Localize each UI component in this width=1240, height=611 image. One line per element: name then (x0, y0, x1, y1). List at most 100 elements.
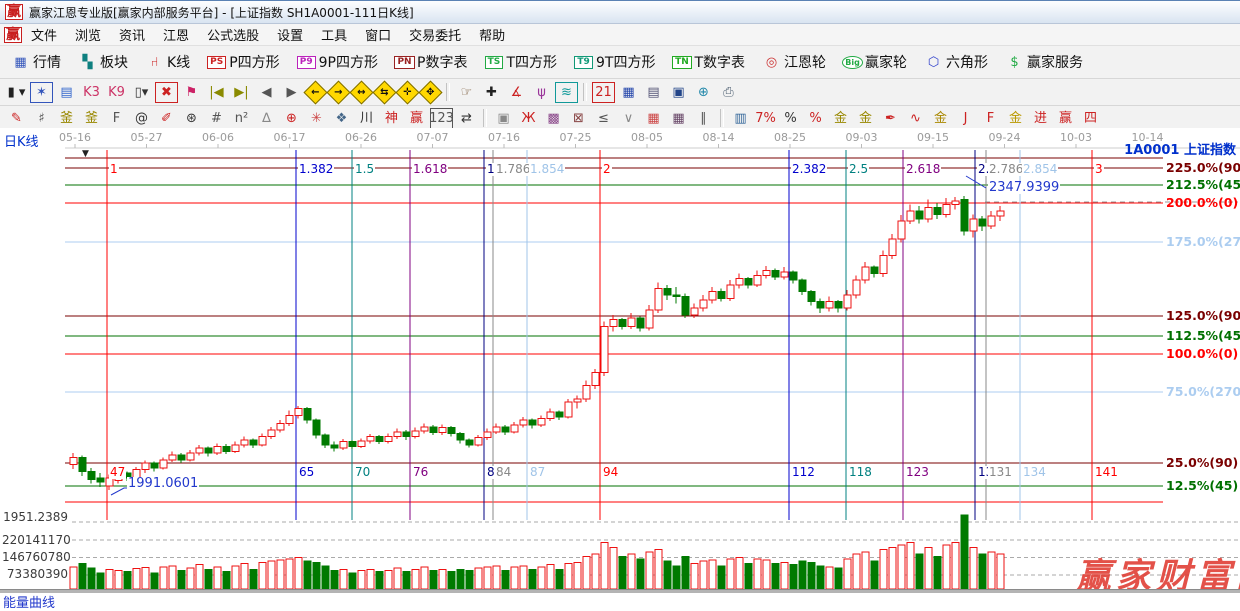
delete-region-icon[interactable]: ✖ (155, 82, 178, 103)
web-globe-icon[interactable]: ⊕ (692, 82, 715, 103)
hexagon-button[interactable]: ⬡六角形 (917, 49, 996, 75)
p-square-button[interactable]: PSP四方形 (200, 49, 287, 75)
ruler-small-icon[interactable]: # (205, 108, 228, 129)
t-square-button[interactable]: TST四方形 (477, 49, 565, 75)
mini-candle-dropdown[interactable]: ▯▾ (130, 82, 153, 103)
percent-7-icon[interactable]: 7% (754, 108, 777, 129)
menu-item-帮助[interactable]: 帮助 (470, 24, 514, 45)
crosshair-icon[interactable]: ✚ (480, 82, 503, 103)
calculator-icon[interactable]: ▦ (617, 82, 640, 103)
column-chart-icon[interactable]: ▥ (729, 108, 752, 129)
j-angle-icon[interactable]: J (954, 108, 977, 129)
gold-circle-icon[interactable]: 金 (829, 108, 852, 129)
pencil-tool-icon[interactable]: ✎ (5, 108, 28, 129)
gann-tool-icon[interactable]: ψ (530, 82, 553, 103)
zoom-out-diamond[interactable]: ✛ (395, 80, 419, 104)
angle-measure-icon[interactable]: ∡ (505, 82, 528, 103)
bars-3-icon[interactable]: K3 (80, 82, 103, 103)
nav-next-button[interactable]: ▶ (280, 82, 303, 103)
frame-purple-icon[interactable]: ▩ (542, 108, 565, 129)
jin-angle-icon[interactable]: 进 (1029, 108, 1052, 129)
wave-red-icon[interactable]: ∿ (904, 108, 927, 129)
position-marker-icon[interactable]: ▼ (82, 150, 89, 159)
quotes-button[interactable]: ▦行情 (4, 49, 69, 75)
nav-prev-button[interactable]: ◀ (255, 82, 278, 103)
print-icon[interactable]: ⎙ (717, 82, 740, 103)
menu-item-交易委托[interactable]: 交易委托 (400, 24, 470, 45)
frame-x-icon[interactable]: ⊠ (567, 108, 590, 129)
slant-lines-icon[interactable]: ∥ (692, 108, 715, 129)
si-angle-icon[interactable]: 四 (1079, 108, 1102, 129)
circle-ticks-icon[interactable]: ⊛ (180, 108, 203, 129)
expand-h-diamond[interactable]: ↔ (349, 80, 373, 104)
percent-icon[interactable]: % (779, 108, 802, 129)
menu-item-文件[interactable]: 文件 (22, 24, 66, 45)
nav-last-button[interactable]: ▶| (230, 82, 253, 103)
gold-line-icon[interactable]: 金 (854, 108, 877, 129)
menu-item-窗口[interactable]: 窗口 (356, 24, 400, 45)
kline-chart-panel[interactable]: 05-1605-2706-0606-1706-2607-0707-1607-25… (0, 128, 1240, 596)
menu-item-浏览[interactable]: 浏览 (66, 24, 110, 45)
calendar-21-icon[interactable]: 21 (592, 82, 615, 103)
ruler-ticks-icon[interactable]: ♯ (30, 108, 53, 129)
notepad-icon[interactable]: ▤ (642, 82, 665, 103)
kline-button[interactable]: ⑁K线 (138, 49, 198, 75)
scroll-right-diamond[interactable]: → (326, 80, 350, 104)
ying-tool-icon[interactable]: 赢 (405, 108, 428, 129)
info-panel-icon[interactable]: ▤ (55, 82, 78, 103)
sectors-button[interactable]: ▚板块 (71, 49, 136, 75)
candle-style-dropdown[interactable]: ▮ ▾ (5, 82, 28, 103)
frame-tool-icon[interactable]: ▣ (492, 108, 515, 129)
winner-wheel-button[interactable]: Big赢家轮 (836, 49, 915, 75)
p-table-button[interactable]: PNP数字表 (388, 49, 475, 75)
stats-pattern-icon[interactable]: ≋ (555, 82, 578, 103)
gann-gold-2-icon[interactable]: 釜 (80, 108, 103, 129)
hand-tool-icon[interactable]: ☞ (455, 82, 478, 103)
color-flag-icon[interactable]: ⚑ (180, 82, 203, 103)
web-grid-icon[interactable]: ❖ (330, 108, 353, 129)
spiral-tool-icon[interactable]: @ (130, 108, 153, 129)
gold-angle-2-icon[interactable]: 金 (1004, 108, 1027, 129)
gold-angle-icon[interactable]: 金 (929, 108, 952, 129)
menu-item-设置[interactable]: 设置 (268, 24, 312, 45)
grid-dark-icon[interactable]: ▦ (667, 108, 690, 129)
nav-first-button[interactable]: |◀ (205, 82, 228, 103)
web-red-icon[interactable]: ✳ (305, 108, 328, 129)
menu-item-公式选股[interactable]: 公式选股 (198, 24, 268, 45)
gann-wheel-button[interactable]: ◎江恩轮 (755, 49, 834, 75)
f-angle-icon[interactable]: F (979, 108, 1002, 129)
v-dots-icon[interactable]: ∨ (617, 108, 640, 129)
k-ticks-icon[interactable]: 川 (355, 108, 378, 129)
pencil-lines-icon[interactable]: ≤ (592, 108, 615, 129)
menu-item-工具[interactable]: 工具 (312, 24, 356, 45)
gann-circle-icon[interactable]: ⊕ (280, 108, 303, 129)
compress-diamond[interactable]: ⇆ (372, 80, 396, 104)
width-arrows-icon[interactable]: ⇄ (455, 108, 478, 129)
f-ruler-icon[interactable]: F (105, 108, 128, 129)
grid-red-icon[interactable]: ▦ (642, 108, 665, 129)
t-table-button[interactable]: TNT数字表 (665, 49, 753, 75)
shen-tool-icon[interactable]: 神 (380, 108, 403, 129)
ruler-123-icon[interactable]: 123 (430, 108, 453, 129)
angle-arc-icon[interactable]: ∆ (255, 108, 278, 129)
rays-tool-icon[interactable]: Ж (517, 108, 540, 129)
zoom-all-diamond[interactable]: ✥ (418, 80, 442, 104)
gann-gold-1-icon[interactable]: 釜 (55, 108, 78, 129)
pane-divider[interactable] (0, 589, 1240, 593)
brush-red-icon[interactable]: ✒ (879, 108, 902, 129)
pencil-arc-icon[interactable]: ✐ (155, 108, 178, 129)
percent-line-icon[interactable]: % (804, 108, 827, 129)
bars-9-icon[interactable]: K9 (105, 82, 128, 103)
pane-period-label[interactable]: 日K线 (4, 131, 39, 150)
n-squared-icon[interactable]: n² (230, 108, 253, 129)
save-icon[interactable]: ▣ (667, 82, 690, 103)
menu-item-江恩[interactable]: 江恩 (154, 24, 198, 45)
ying-angle-icon[interactable]: 赢 (1054, 108, 1077, 129)
9p-square-button[interactable]: P99P四方形 (290, 49, 386, 75)
9t-square-button[interactable]: T99T四方形 (567, 49, 663, 75)
scroll-left-diamond[interactable]: ← (303, 80, 327, 104)
winner-service-button[interactable]: $赢家服务 (998, 49, 1091, 75)
bottom-pane-tab[interactable]: 能量曲线 (3, 592, 55, 611)
pattern-region-icon[interactable]: ✶ (30, 82, 53, 103)
menu-item-资讯[interactable]: 资讯 (110, 24, 154, 45)
